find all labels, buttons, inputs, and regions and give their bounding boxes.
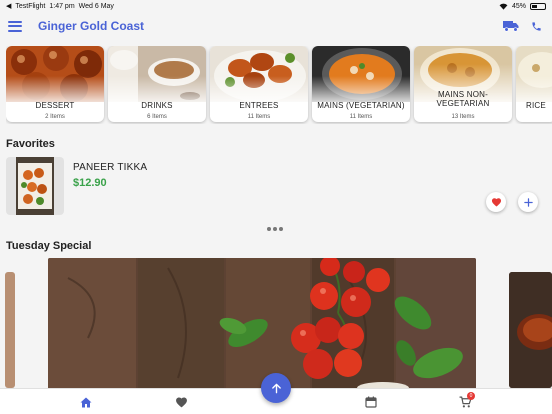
favorite-toggle-button[interactable] <box>486 192 506 212</box>
nav-home[interactable] <box>79 395 93 409</box>
battery-icon <box>530 2 546 10</box>
heart-filled-icon <box>491 198 501 207</box>
paneer-tikka-thumbnail <box>6 157 64 215</box>
favorite-item-name: PANEER TIKKA <box>73 162 148 173</box>
favorites-title: Favorites <box>6 138 55 150</box>
arrow-up-icon <box>271 383 281 393</box>
special-title: Tuesday Special <box>6 240 92 252</box>
special-prev-card[interactable] <box>5 272 15 388</box>
nav-calendar[interactable] <box>364 395 378 409</box>
plus-icon <box>523 197 533 207</box>
phone-icon[interactable] <box>531 21 542 32</box>
battery-percent: 45% <box>511 2 526 10</box>
nav-favorites[interactable] <box>174 395 188 409</box>
app-title: Ginger Gold Coast <box>38 19 145 33</box>
category-name: DRINKS <box>141 101 173 110</box>
category-name: MAINS NON-VEGETARIAN <box>436 90 490 108</box>
favorite-item-price: $12.90 <box>73 177 107 189</box>
category-card-entrees[interactable]: ENTREES 11 Items <box>210 46 308 122</box>
heart-icon <box>175 397 187 408</box>
menu-icon[interactable] <box>8 20 22 32</box>
category-card-dessert[interactable]: DESSERT 2 Items <box>6 46 104 122</box>
nav-cart[interactable]: 0 <box>458 392 475 409</box>
category-count: 2 Items <box>45 114 65 120</box>
calendar-icon <box>365 396 377 408</box>
battery-fill <box>532 4 537 8</box>
add-to-cart-button[interactable] <box>518 192 538 212</box>
category-count: 11 Items <box>247 114 271 120</box>
carousel-dots[interactable] <box>267 227 283 231</box>
status-time: 1:47 pm <box>49 2 75 10</box>
category-name: MAINS (VEGETARIAN) <box>317 101 405 110</box>
category-card-drinks[interactable]: DRINKS 6 Items <box>108 46 206 122</box>
category-card-mains-non-vegetarian[interactable]: MAINS NON-VEGETARIAN 13 Items <box>414 46 512 122</box>
category-card-mains-vegetarian[interactable]: MAINS (VEGETARIAN) 11 Items <box>312 46 410 122</box>
home-icon <box>80 397 92 407</box>
category-carousel[interactable]: DESSERT 2 Items DRINKS 6 Items ENTREES 1… <box>6 46 552 124</box>
special-next-card[interactable] <box>509 272 552 388</box>
category-name: ENTREES <box>239 101 279 110</box>
category-count: 6 Items <box>147 114 167 120</box>
cart-count-badge: 0 <box>467 392 475 400</box>
wifi-icon <box>499 3 508 10</box>
paneer-tikka-photo <box>16 157 54 215</box>
status-date: Wed 6 May <box>78 2 114 10</box>
back-to-app-icon[interactable]: ◀ <box>6 2 11 10</box>
app-screen: ◀ TestFlight 1:47 pm Wed 6 May 45% Ginge… <box>0 0 552 414</box>
special-next-photo <box>509 272 552 388</box>
category-card-rice[interactable]: RICE <box>516 46 552 122</box>
category-count: 13 Items <box>451 114 475 120</box>
favorite-item[interactable]: PANEER TIKKA $12.90 <box>6 157 546 219</box>
category-count: 11 Items <box>349 114 373 120</box>
app-header: Ginger Gold Coast <box>0 12 552 40</box>
special-photo <box>48 258 476 390</box>
back-app-label[interactable]: TestFlight <box>15 3 45 10</box>
truck-icon[interactable] <box>503 20 519 32</box>
status-bar: ◀ TestFlight 1:47 pm Wed 6 May 45% <box>0 0 552 12</box>
category-name: DESSERT <box>35 101 75 110</box>
special-card[interactable] <box>48 258 476 390</box>
category-name: RICE <box>526 101 546 110</box>
scroll-to-top-button[interactable] <box>261 373 291 403</box>
